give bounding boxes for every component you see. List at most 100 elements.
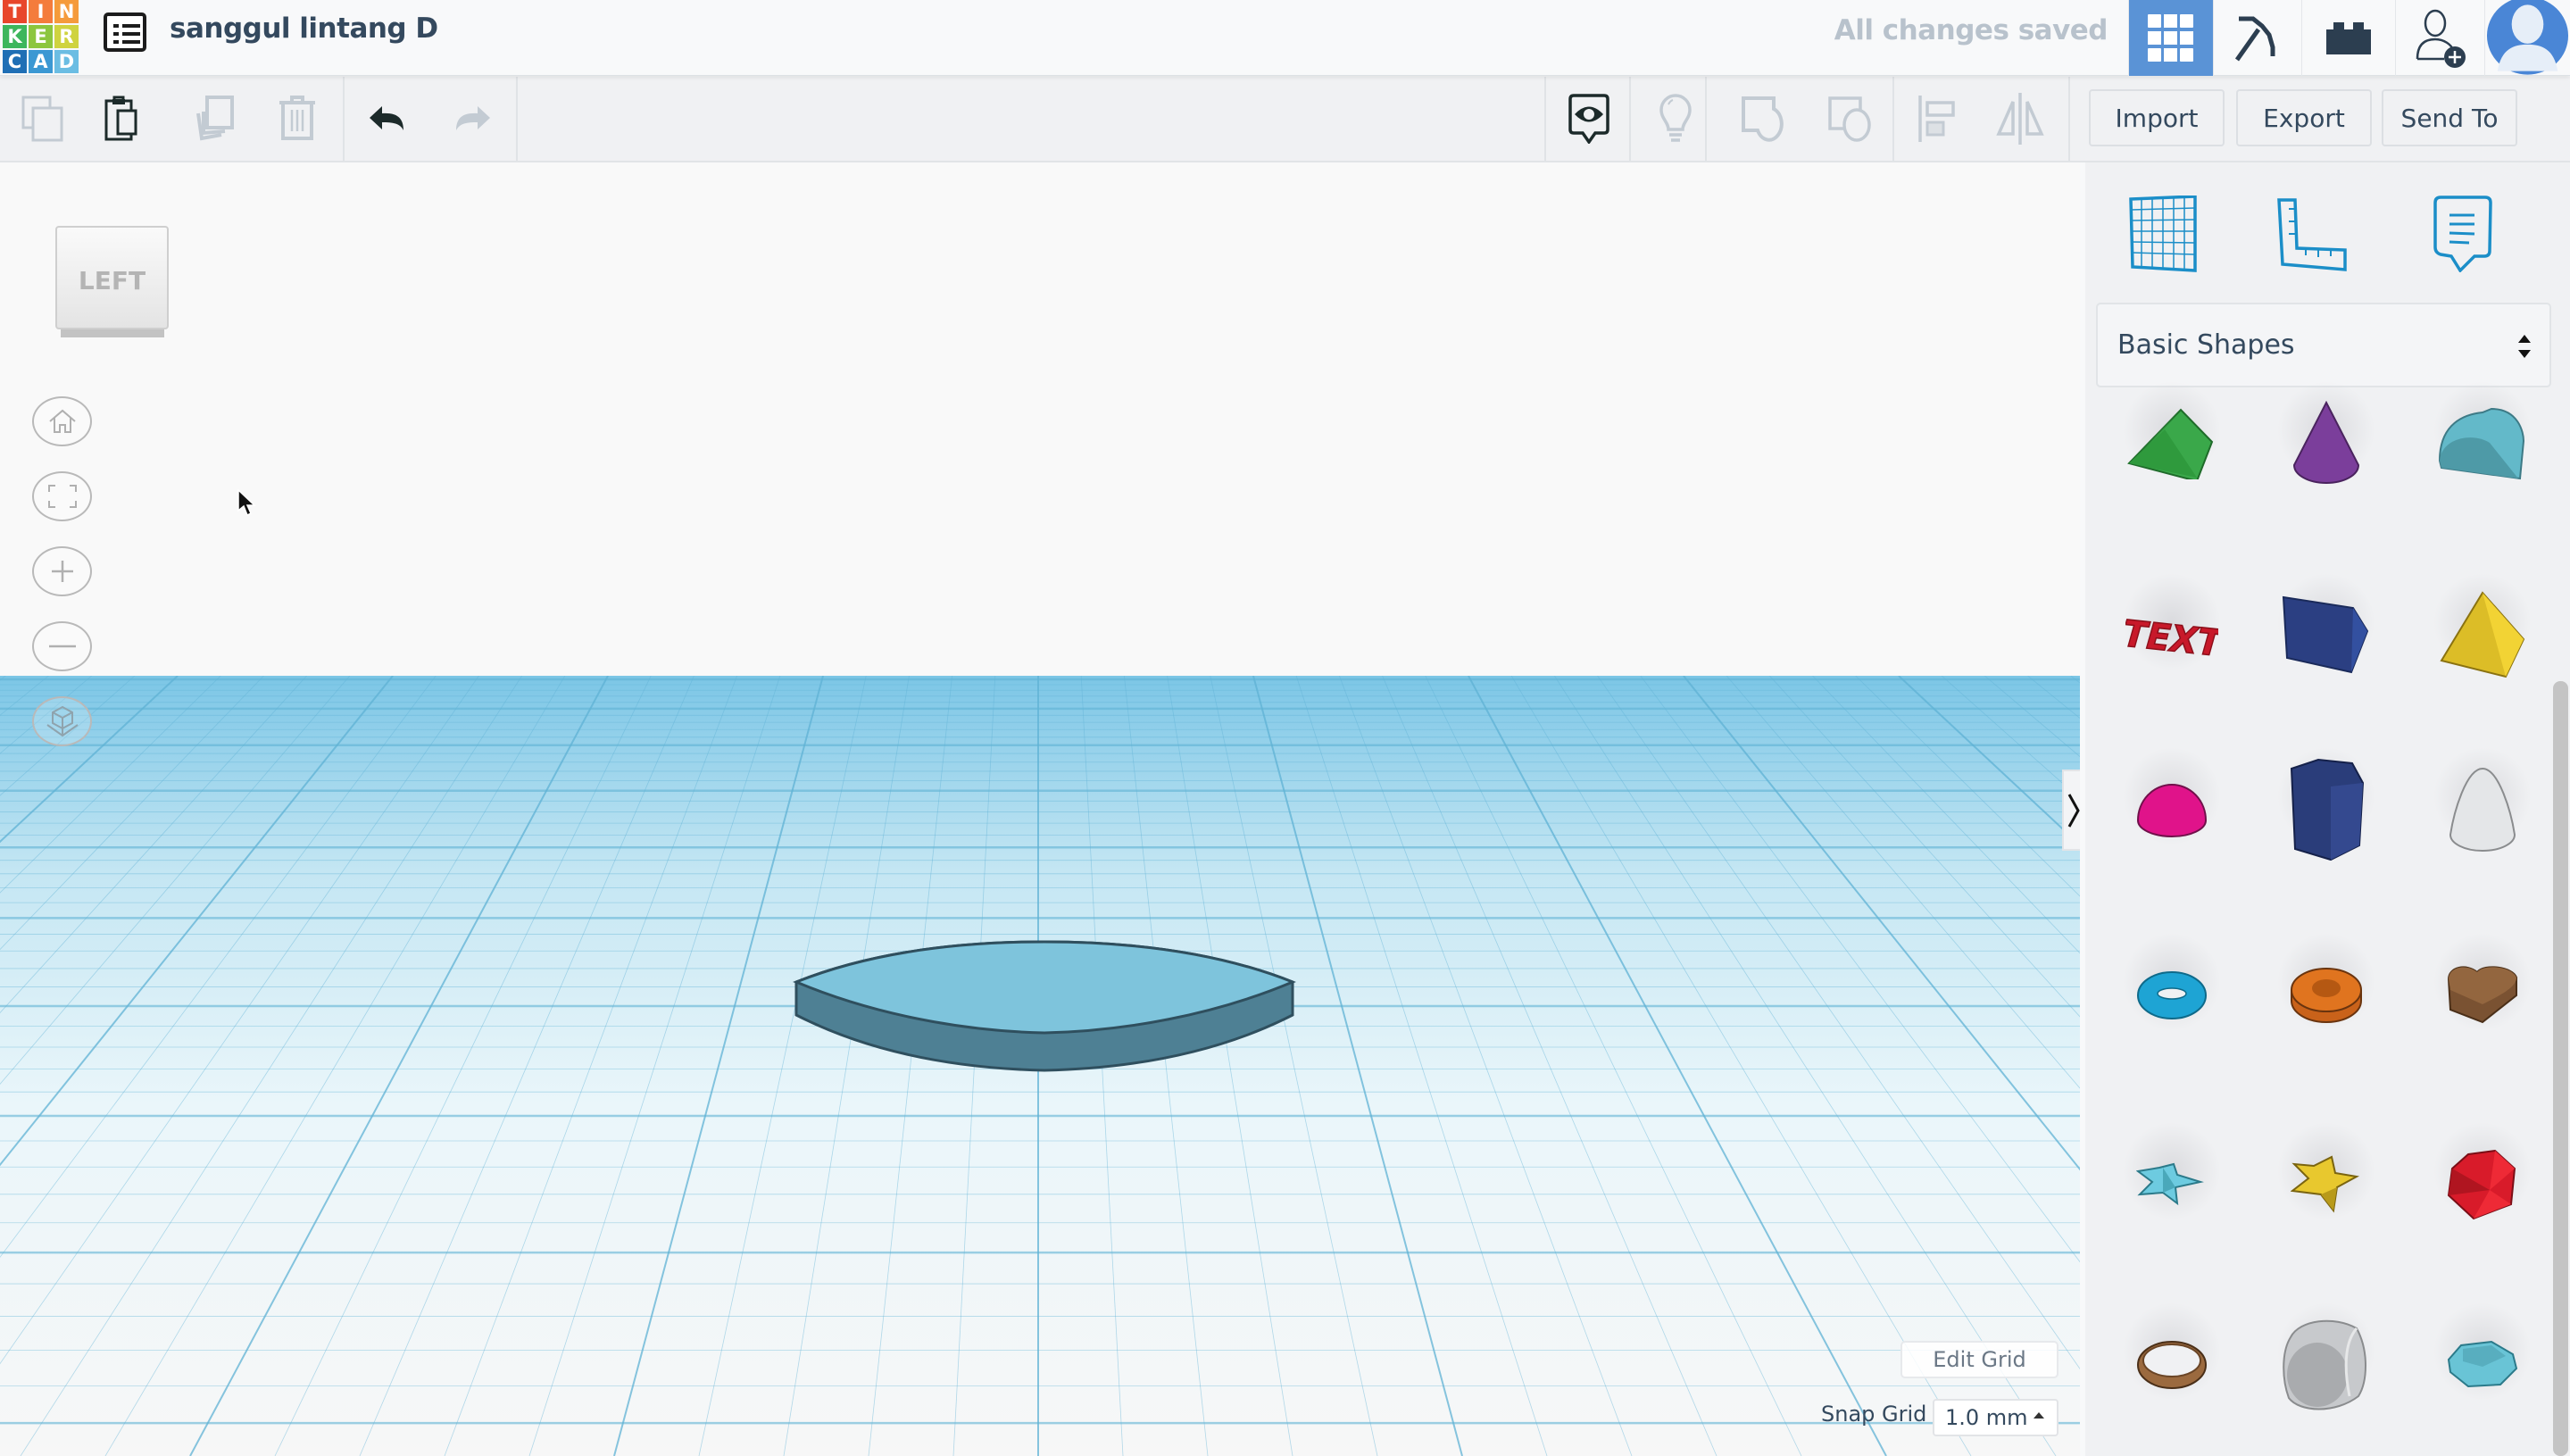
delete-button[interactable] [270, 77, 324, 161]
redo-button[interactable] [445, 77, 498, 161]
group-button[interactable] [1734, 77, 1793, 161]
shape-torus[interactable] [2105, 928, 2239, 1062]
panel-scrollbar[interactable] [2553, 681, 2568, 1456]
design-title[interactable]: sanggul lintang D [170, 12, 438, 45]
add-user-icon [2416, 9, 2466, 68]
shape-polygon[interactable] [2259, 743, 2393, 877]
shape-thumbnail-icon [2449, 767, 2516, 852]
send-to-button[interactable]: Send To [2382, 89, 2517, 146]
top-bar: T I N K E R C A D sanggul lintang D All … [0, 0, 2570, 76]
paste-button[interactable] [98, 77, 152, 161]
shape-thumbnail-icon [2438, 407, 2525, 480]
user-avatar[interactable] [2484, 0, 2570, 76]
copy-button[interactable] [16, 77, 70, 161]
shape-thumbnail-icon [2440, 591, 2525, 678]
shape-ring[interactable] [2105, 1298, 2239, 1432]
logo-tile: E [29, 25, 53, 48]
shape-half-sphere[interactable] [2105, 743, 2239, 877]
snap-grid-value: 1.0 mm [1945, 1405, 2028, 1430]
shape-thumbnail-icon [2447, 1340, 2518, 1388]
shape-wedge[interactable] [2259, 569, 2393, 703]
shape-pyramid[interactable] [2416, 569, 2549, 703]
zoom-out-button[interactable] [32, 621, 92, 671]
pickaxe-icon [2234, 16, 2275, 61]
toolbar-divider [343, 77, 345, 161]
shape-icosahedron[interactable] [2416, 1118, 2549, 1252]
eye-note-icon [1568, 94, 1609, 144]
show-all-button[interactable] [1649, 77, 1702, 161]
ruler-tool-button[interactable] [2264, 189, 2362, 279]
shape-thumbnail-icon [2291, 968, 2362, 1023]
design-list-icon[interactable] [104, 12, 146, 52]
shapes-panel: Basic Shapes TEXT [2080, 162, 2570, 1456]
shape-thumbnail-icon [2292, 401, 2360, 484]
logo-tile: R [54, 25, 79, 48]
shape-category-value: Basic Shapes [2117, 329, 2295, 361]
invite-user-button[interactable] [2395, 0, 2484, 76]
undo-button[interactable] [362, 77, 415, 161]
logo-tile: T [3, 0, 27, 23]
shape-star[interactable] [2105, 1118, 2239, 1252]
fit-view-button[interactable] [32, 471, 92, 521]
logo-tile: I [29, 0, 53, 23]
shape-heart[interactable] [2416, 928, 2549, 1062]
shape-paraboloid[interactable] [2416, 743, 2549, 877]
zoom-in-button[interactable] [32, 546, 92, 596]
3d-design-button[interactable] [2128, 0, 2213, 76]
duplicate-button[interactable] [187, 77, 241, 161]
snap-grid-label: Snap Grid [1821, 1402, 1927, 1427]
shape-tube[interactable] [2259, 928, 2393, 1062]
brick-icon [2326, 21, 2371, 54]
notes-visibility-button[interactable] [1562, 77, 1616, 161]
edit-grid-button[interactable]: Edit Grid [1900, 1341, 2058, 1378]
avatar-icon [2486, 0, 2569, 75]
notes-tool-button[interactable] [2414, 189, 2512, 279]
shape-thumbnail-icon [2447, 966, 2517, 1024]
snap-grid-select[interactable]: 1.0 mm [1933, 1399, 2058, 1436]
logo-tile: N [54, 0, 79, 23]
copy-icon [21, 96, 63, 142]
view-cube[interactable]: LEFT [55, 225, 169, 343]
import-button[interactable]: Import [2089, 89, 2225, 146]
shape-thumbnail-icon [2136, 1162, 2204, 1206]
shape-text[interactable]: TEXT [2105, 569, 2239, 703]
align-button[interactable] [1910, 77, 1964, 161]
minus-icon [48, 645, 76, 648]
lens-shape-object[interactable] [786, 926, 1303, 1086]
home-view-button[interactable] [32, 396, 92, 446]
shape-cone[interactable] [2259, 377, 2393, 511]
paste-icon [104, 96, 137, 141]
perspective-toggle-button[interactable] [32, 696, 92, 746]
toolbar-divider [1705, 77, 1707, 161]
shape-star[interactable] [2259, 1118, 2393, 1252]
perspective-cube-icon [46, 705, 79, 737]
edit-toolbar: Import Export Send To [0, 77, 2570, 162]
shape-round-roof[interactable] [2416, 377, 2549, 511]
workplane-tool-button[interactable] [2114, 189, 2212, 279]
shape-thumbnail-icon [2447, 1149, 2516, 1220]
3d-viewport[interactable]: LEFT Edit Grid Snap Grid 1.0 mm [0, 162, 2080, 1456]
lightbulb-icon [1659, 94, 1692, 142]
plus-icon [51, 561, 73, 582]
codeblocks-button[interactable] [2301, 0, 2395, 76]
home-icon [48, 409, 76, 433]
undo-icon [370, 106, 403, 130]
ungroup-icon [1828, 96, 1871, 142]
redo-icon [456, 106, 490, 130]
tinkercad-logo[interactable]: T I N K E R C A D [3, 0, 79, 73]
shape-roof[interactable] [2105, 377, 2239, 511]
mirror-button[interactable] [1993, 77, 2047, 161]
ungroup-button[interactable] [1821, 77, 1880, 161]
export-button[interactable]: Export [2236, 89, 2372, 146]
workplane-icon [2129, 196, 2197, 272]
fit-all-icon [47, 485, 77, 508]
shape-category-select[interactable]: Basic Shapes [2096, 303, 2551, 387]
trash-icon [279, 96, 315, 140]
toolbar-divider [2068, 77, 2070, 161]
shape-diamond[interactable] [2416, 1298, 2549, 1432]
mouse-cursor [237, 489, 256, 517]
collapse-panel-button[interactable] [2062, 770, 2080, 851]
shape-round-cube[interactable] [2259, 1298, 2393, 1432]
logo-tile: A [29, 50, 53, 73]
minecraft-button[interactable] [2213, 0, 2301, 76]
